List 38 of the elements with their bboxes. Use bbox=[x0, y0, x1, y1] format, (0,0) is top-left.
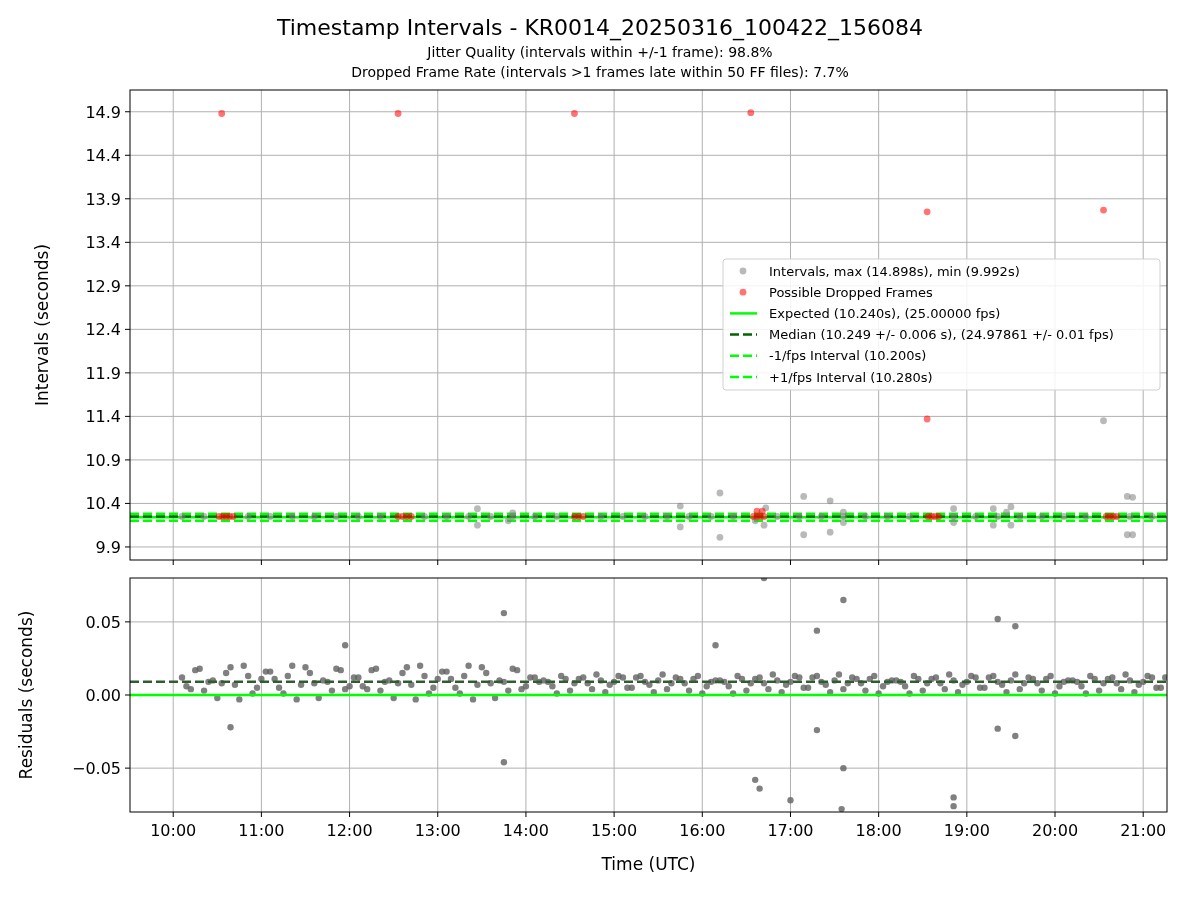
y-tick-label: 14.4 bbox=[85, 146, 121, 166]
y-tick-label: 14.9 bbox=[85, 102, 121, 122]
y-axis-label: Residuals (seconds) bbox=[16, 610, 36, 780]
y-tick-label: 12.4 bbox=[85, 320, 121, 340]
x-axis-label: Time (UTC) bbox=[601, 854, 696, 874]
x-tick-label: 13:00 bbox=[414, 821, 461, 840]
x-tick-label: 14:00 bbox=[502, 821, 549, 840]
y-tick-label: 9.9 bbox=[95, 537, 121, 557]
legend-label: Possible Dropped Frames bbox=[769, 284, 933, 300]
x-tick-label: 20:00 bbox=[1031, 821, 1079, 840]
legend-label: Median (10.249 +/- 0.006 s), (24.97861 +/- 0.01 fps) bbox=[769, 327, 1114, 343]
x-tick-label: 12:00 bbox=[326, 821, 373, 840]
x-tick-label: 17:00 bbox=[767, 821, 814, 840]
y-axis-label: Intervals (seconds) bbox=[32, 243, 52, 407]
y-tick-label: 0.05 bbox=[85, 612, 121, 632]
y-tick-label: 13.9 bbox=[85, 189, 121, 209]
y-tick-label: 11.9 bbox=[85, 363, 121, 383]
chart-subtitle: Dropped Frame Rate (intervals >1 frames late within 50 FF files): 7.7% bbox=[351, 63, 849, 82]
x-tick-label: 19:00 bbox=[943, 821, 990, 840]
legend-label: Expected (10.240s), (25.00000 fps) bbox=[769, 305, 1001, 321]
x-tick-label: 16:00 bbox=[679, 821, 726, 840]
y-tick-label: 10.4 bbox=[85, 494, 121, 514]
chart-subtitle: Jitter Quality (intervals within +/-1 frame): 98.8% bbox=[427, 43, 773, 62]
y-tick-label: 10.9 bbox=[85, 450, 121, 470]
y-tick-label: 12.9 bbox=[85, 276, 121, 296]
legend-label: -1/fps Interval (10.200s) bbox=[769, 348, 927, 364]
x-tick-label: 21:00 bbox=[1120, 821, 1167, 840]
legend-label: Intervals, max (14.898s), min (9.992s) bbox=[769, 263, 1020, 279]
y-tick-label: 11.4 bbox=[85, 407, 121, 427]
y-tick-label: 0.00 bbox=[85, 686, 121, 705]
x-tick-label: 15:00 bbox=[591, 821, 638, 840]
y-tick-label: −0.05 bbox=[71, 759, 121, 779]
y-tick-label: 13.4 bbox=[85, 233, 121, 253]
figure-title: Timestamp Intervals - KR0014_20250316_100422_156084 bbox=[276, 14, 924, 42]
x-tick-label: 18:00 bbox=[855, 821, 902, 840]
x-tick-label: 11:00 bbox=[238, 821, 285, 840]
x-tick-label: 10:00 bbox=[150, 821, 197, 840]
legend-label: +1/fps Interval (10.280s) bbox=[769, 369, 933, 385]
